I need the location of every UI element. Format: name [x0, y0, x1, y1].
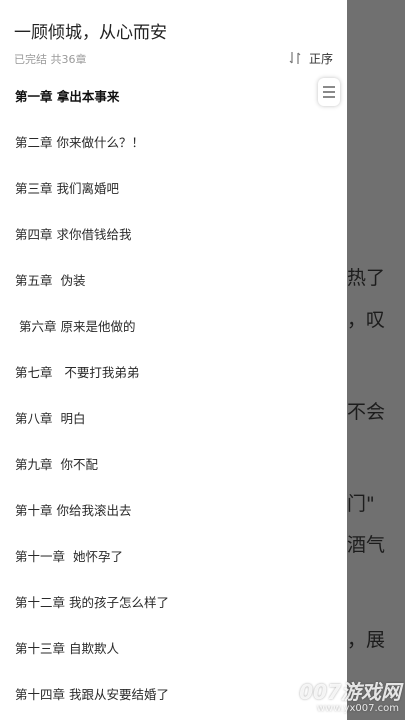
- menu-handle[interactable]: [318, 78, 340, 106]
- reader-text-line: ，叹: [347, 309, 386, 331]
- chapter-item[interactable]: 第五章 伪装: [0, 256, 347, 302]
- chapter-item[interactable]: 第四章 求你借钱给我: [0, 210, 347, 256]
- chapter-list: 第一章 拿出本事来 第二章 你来做什么？！ 第三章 我们离婚吧 第四章 求你借钱给我第…: [0, 72, 347, 716]
- toc-drawer: 一顾倾城，从心而安 已完结 共36章 正序 第一章 拿出本事来 第二章 你来做什么…: [0, 0, 347, 720]
- reader-page-dimmed[interactable]: 热了 ，叹 不会 门" 酒气 ，展: [347, 0, 405, 720]
- chapter-item[interactable]: 第十一章 她怀孕了: [0, 532, 347, 578]
- book-status: 已完结 共36章: [14, 53, 87, 66]
- watermark-text: 007游戏网: [299, 680, 401, 704]
- chapter-item[interactable]: 第三章 我们离婚吧: [0, 164, 347, 210]
- chapter-item[interactable]: 第十章 你给我滚出去: [0, 486, 347, 532]
- reader-text-line: 门": [347, 493, 375, 515]
- site-watermark: 007游戏网 www.yx007.com: [292, 676, 405, 720]
- watermark-url: www.yx007.com: [316, 703, 399, 714]
- chapter-item[interactable]: 第七章 不要打我弟弟: [0, 348, 347, 394]
- chapter-item[interactable]: 第八章 明白: [0, 394, 347, 440]
- chapter-item[interactable]: 第二章 你来做什么？！: [0, 118, 347, 164]
- chapter-item[interactable]: 第十三章 自欺欺人: [0, 624, 347, 670]
- sort-icon: [289, 52, 301, 64]
- reader-text-line: 不会: [347, 401, 386, 423]
- chapter-item[interactable]: 第十二章 我的孩子怎么样了: [0, 578, 347, 624]
- chapter-item[interactable]: 第六章 原来是他做的: [0, 302, 347, 348]
- chapter-item[interactable]: 第一章 拿出本事来: [0, 72, 347, 118]
- reader-text-line: 热了: [347, 267, 386, 289]
- book-title: 一顾倾城，从心而安: [14, 23, 167, 43]
- sort-order-button[interactable]: 正序: [289, 49, 333, 67]
- chapter-item[interactable]: 第九章 你不配: [0, 440, 347, 486]
- sort-order-label: 正序: [309, 51, 334, 66]
- reader-text-line: ，展: [347, 629, 386, 651]
- menu-icon: [323, 86, 335, 98]
- reader-text-line: 酒气: [347, 534, 386, 556]
